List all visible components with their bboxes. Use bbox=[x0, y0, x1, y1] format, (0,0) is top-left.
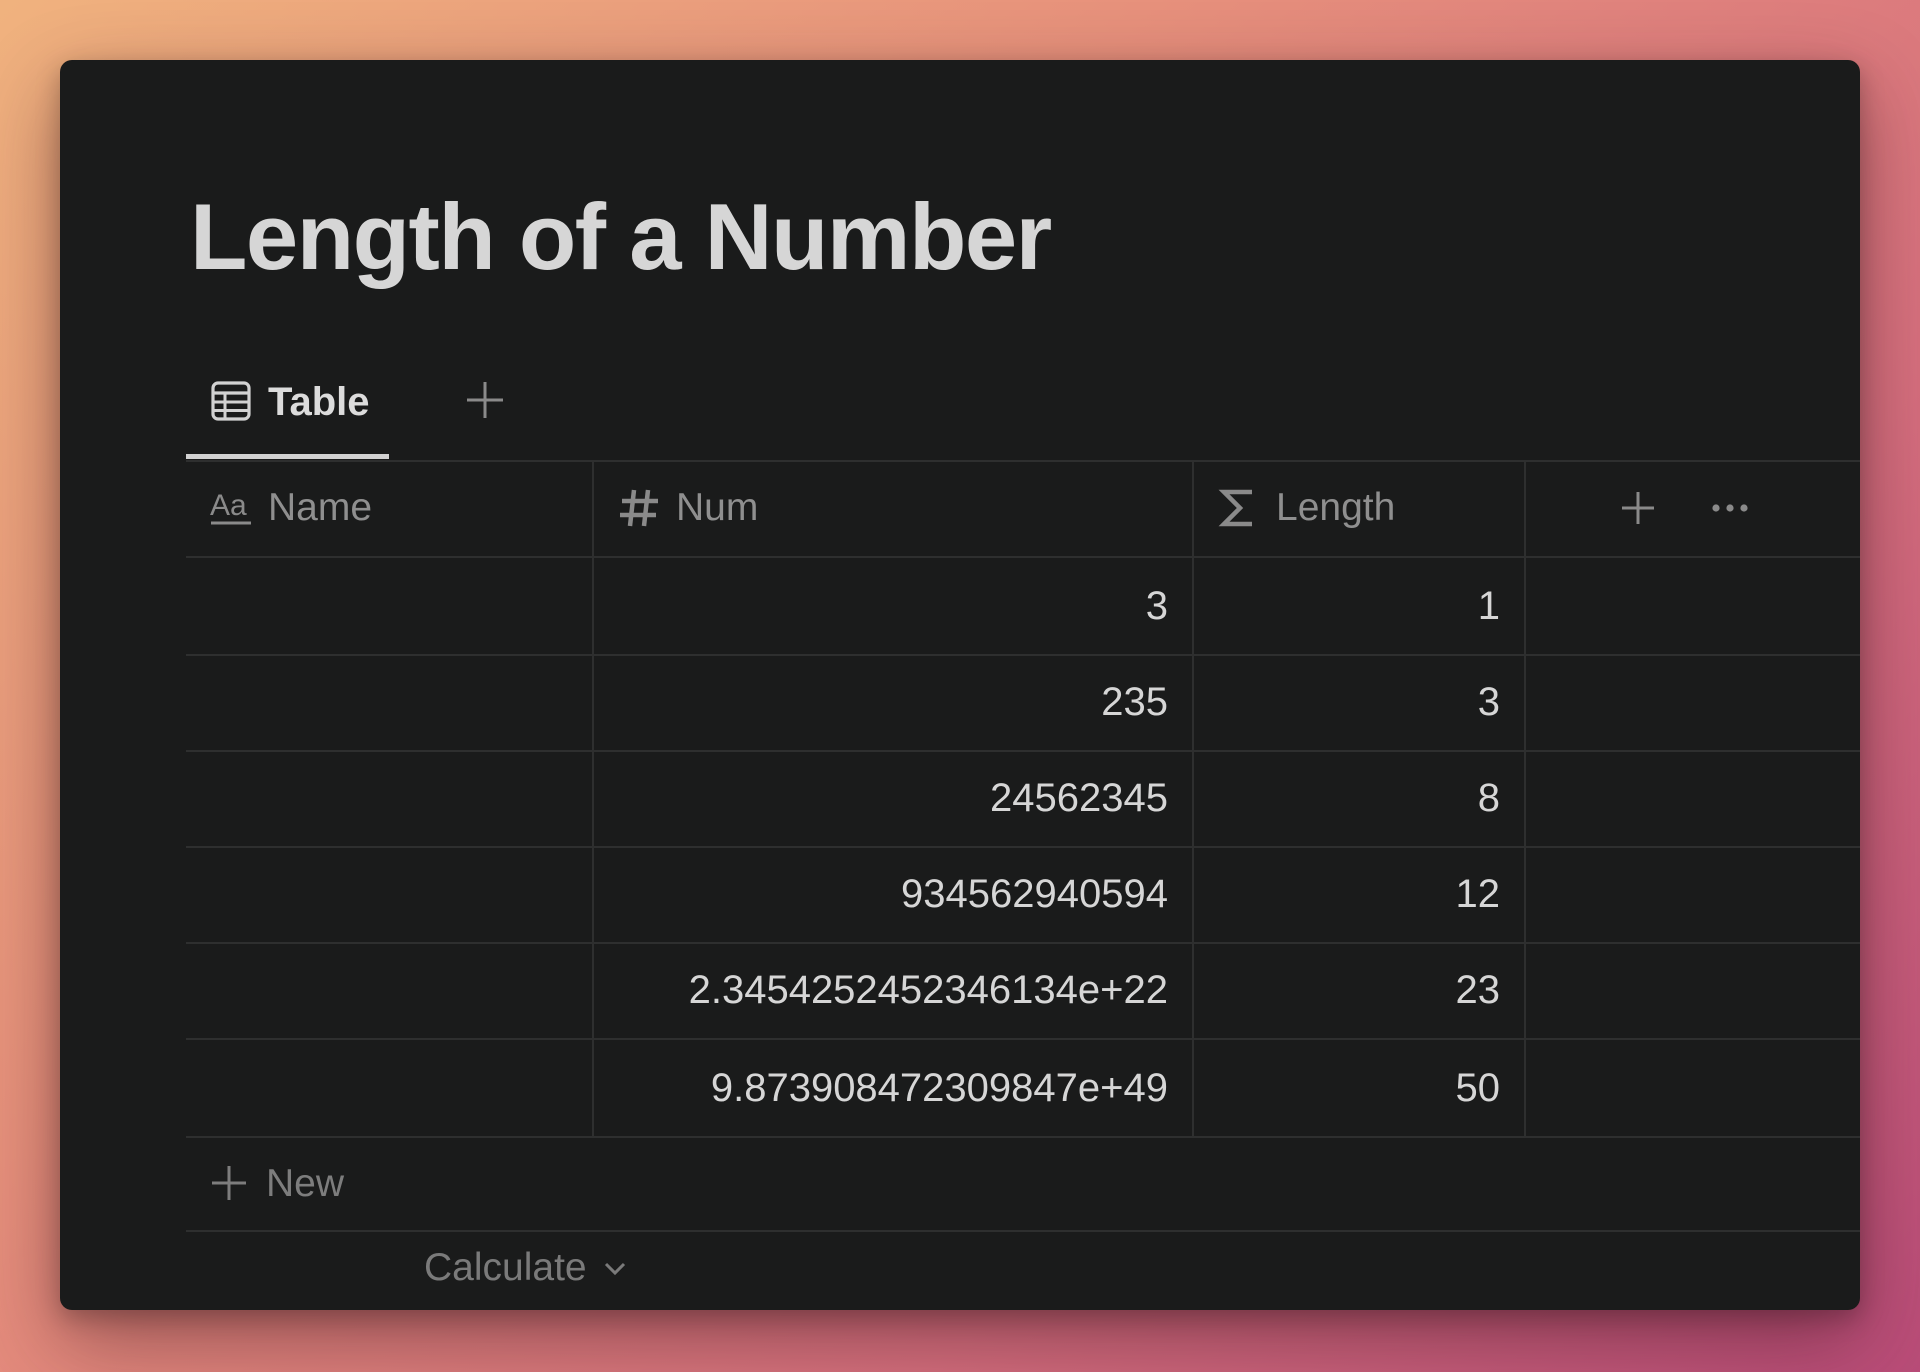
length-cell[interactable]: 8 bbox=[1194, 750, 1524, 846]
add-view-plus-icon[interactable] bbox=[463, 378, 507, 422]
name-cell[interactable] bbox=[186, 558, 592, 654]
length-value: 12 bbox=[1455, 872, 1501, 916]
name-cell[interactable] bbox=[186, 846, 592, 942]
add-property-plus-icon[interactable] bbox=[1616, 486, 1660, 530]
table-row[interactable]: 2.3454252452346134e+22 23 bbox=[186, 942, 1860, 1038]
length-cell[interactable]: 1 bbox=[1194, 558, 1524, 654]
num-cell[interactable]: 3 bbox=[594, 558, 1192, 654]
num-cell[interactable]: 24562345 bbox=[594, 750, 1192, 846]
num-value: 24562345 bbox=[990, 776, 1168, 820]
name-cell[interactable] bbox=[186, 750, 592, 846]
num-value: 2.3454252452346134e+22 bbox=[688, 968, 1168, 1012]
length-value: 3 bbox=[1477, 680, 1500, 724]
table-row[interactable]: 3 1 bbox=[186, 558, 1860, 654]
new-row-label: New bbox=[266, 1162, 345, 1205]
table-row[interactable]: 235 3 bbox=[186, 654, 1860, 750]
num-value: 9.873908472309847e+49 bbox=[710, 1066, 1168, 1110]
column-header-num[interactable]: Num bbox=[594, 460, 1192, 556]
name-cell[interactable] bbox=[186, 654, 592, 750]
length-cell[interactable]: 23 bbox=[1194, 942, 1524, 1038]
view-tabs: Table bbox=[186, 360, 1860, 460]
tab-table[interactable]: Table bbox=[186, 360, 389, 460]
num-value: 235 bbox=[1101, 680, 1168, 724]
active-tab-indicator bbox=[186, 454, 389, 459]
app-window: Length of a Number Table Aa Name Num Len… bbox=[60, 60, 1860, 1310]
new-row-button[interactable]: New bbox=[186, 1138, 1860, 1230]
table-row[interactable]: 9.873908472309847e+49 50 bbox=[186, 1040, 1860, 1136]
column-label: Length bbox=[1276, 486, 1396, 529]
svg-text:Aa: Aa bbox=[210, 489, 247, 522]
num-cell[interactable]: 934562940594 bbox=[594, 846, 1192, 942]
hash-icon bbox=[620, 489, 658, 527]
calculate-dropdown[interactable]: Calculate bbox=[424, 1246, 627, 1296]
length-cell[interactable]: 50 bbox=[1194, 1040, 1524, 1136]
num-cell[interactable]: 235 bbox=[594, 654, 1192, 750]
column-label: Name bbox=[268, 486, 373, 529]
column-label: Num bbox=[676, 486, 759, 529]
tab-label: Table bbox=[268, 380, 370, 424]
length-cell[interactable]: 12 bbox=[1194, 846, 1524, 942]
length-value: 50 bbox=[1455, 1066, 1501, 1110]
table-icon bbox=[211, 381, 251, 421]
length-value: 23 bbox=[1455, 968, 1501, 1012]
plus-icon bbox=[212, 1166, 246, 1200]
table-row[interactable]: 934562940594 12 bbox=[186, 846, 1860, 942]
num-value: 934562940594 bbox=[901, 872, 1168, 916]
length-value: 8 bbox=[1477, 776, 1500, 820]
sigma-icon bbox=[1218, 489, 1252, 527]
page-title[interactable]: Length of a Number bbox=[190, 190, 1052, 284]
length-cell[interactable]: 3 bbox=[1194, 654, 1524, 750]
table-row[interactable]: 24562345 8 bbox=[186, 750, 1860, 846]
column-header-length[interactable]: Length bbox=[1194, 460, 1524, 556]
chevron-down-icon bbox=[604, 1262, 626, 1276]
column-header-name[interactable]: Aa Name bbox=[186, 460, 592, 556]
more-ellipsis-icon[interactable] bbox=[1708, 486, 1752, 530]
divider bbox=[186, 1230, 1860, 1232]
name-cell[interactable] bbox=[186, 942, 592, 1038]
num-value: 3 bbox=[1145, 584, 1168, 628]
num-cell[interactable]: 9.873908472309847e+49 bbox=[594, 1040, 1192, 1136]
length-value: 1 bbox=[1477, 584, 1500, 628]
calculate-label: Calculate bbox=[424, 1246, 587, 1289]
name-cell[interactable] bbox=[186, 1040, 592, 1136]
num-cell[interactable]: 2.3454252452346134e+22 bbox=[594, 942, 1192, 1038]
text-type-icon: Aa bbox=[210, 489, 251, 525]
